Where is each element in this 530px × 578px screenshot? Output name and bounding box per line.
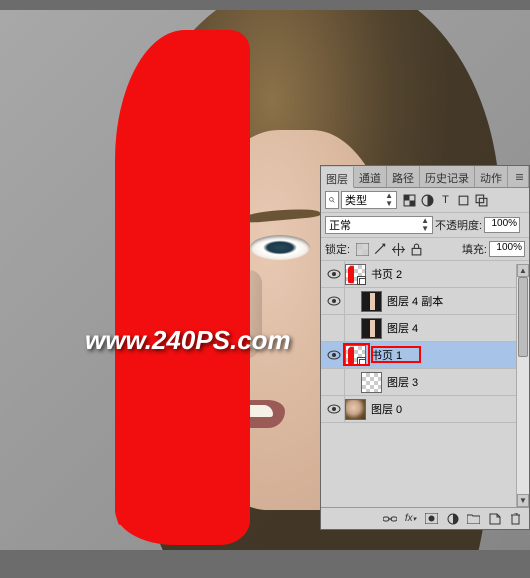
tab-layers[interactable]: 图层 [321,167,354,188]
layer-name[interactable]: 图层 4 [387,320,418,336]
red-page-shape [115,30,250,525]
layer-name[interactable]: 书页 2 [371,266,402,282]
panel-tabs: 图层 通道 路径 历史记录 动作 [321,166,529,188]
layer-thumbnail[interactable] [345,345,366,366]
layer-thumbnail[interactable] [361,318,382,339]
layer-row[interactable]: 图层 4 [321,315,529,342]
opacity-value[interactable]: 100% [484,217,520,233]
link-layers-icon[interactable] [382,511,397,526]
layers-scrollbar[interactable]: ▲ ▼ [516,264,529,507]
layer-row[interactable]: 图层 4 副本 [321,288,529,315]
lock-position-icon[interactable] [392,243,405,256]
filter-icons: T [403,194,488,207]
lock-row: 锁定: 填充: 100% [321,238,529,261]
visibility-toggle[interactable] [323,315,345,341]
fill-label: 填充: [462,241,487,257]
tab-channels[interactable]: 通道 [354,166,387,187]
panel-footer: fx▾ [321,507,529,529]
layers-list: 书页 2 图层 4 副本图层 4 书页 1 图层 3 图层 0 [321,261,529,507]
scroll-thumb[interactable] [518,277,528,357]
visibility-toggle[interactable] [323,342,345,368]
layer-name[interactable]: 图层 4 副本 [387,293,443,309]
visibility-toggle[interactable] [323,288,345,314]
blend-mode-dropdown[interactable]: 正常 ▲▼ [325,216,433,234]
visibility-toggle[interactable] [323,369,345,395]
lock-transparent-icon[interactable] [356,243,369,256]
smart-object-badge-icon [357,276,366,285]
lock-all-icon[interactable] [410,243,423,256]
tab-actions[interactable]: 动作 [475,166,508,187]
layer-row[interactable]: 书页 2 [321,261,529,288]
scroll-up-icon[interactable]: ▲ [517,264,529,277]
layer-thumbnail[interactable] [361,372,382,393]
photo-eye [250,235,310,260]
filter-row: 类型 ▲▼ T [321,188,529,213]
layer-row[interactable]: 书页 1 [321,342,529,369]
filter-smart-icon[interactable] [475,194,488,207]
lock-icons [356,243,423,256]
layers-panel: 图层 通道 路径 历史记录 动作 类型 ▲▼ T 正常 ▲▼ 不透明度: 100 [320,165,530,530]
filter-pixel-icon[interactable] [403,194,416,207]
blend-mode-value: 正常 [329,217,351,233]
fill-value[interactable]: 100% [489,241,525,257]
lock-pixel-icon[interactable] [374,243,387,256]
panel-menu-icon[interactable] [511,166,529,187]
layer-name[interactable]: 图层 0 [371,401,402,417]
adjustment-icon[interactable] [445,511,460,526]
visibility-toggle[interactable] [323,396,345,422]
layer-thumbnail[interactable] [361,291,382,312]
filter-type-dropdown[interactable]: 类型 ▲▼ [341,191,397,209]
filter-search-dropdown[interactable] [325,191,339,209]
mask-icon[interactable] [424,511,439,526]
tab-history[interactable]: 历史记录 [420,166,475,187]
layer-thumbnail[interactable] [345,399,366,420]
tab-paths[interactable]: 路径 [387,166,420,187]
scroll-track[interactable] [517,277,529,494]
smart-object-badge-icon [357,357,366,366]
layer-row[interactable]: 图层 3 [321,369,529,396]
dropdown-arrows-icon: ▲▼ [421,217,429,233]
blend-row: 正常 ▲▼ 不透明度: 100% [321,213,529,238]
visibility-toggle[interactable] [323,261,345,287]
filter-type-label: 类型 [345,192,367,208]
lock-label: 锁定: [325,241,350,257]
watermark-text: www.240PS.com [85,325,291,356]
filter-shape-icon[interactable] [457,194,470,207]
layer-name[interactable]: 书页 1 [371,347,402,363]
layer-thumbnail[interactable] [345,264,366,285]
filter-adjust-icon[interactable] [421,194,434,207]
group-icon[interactable] [466,511,481,526]
opacity-label: 不透明度: [435,217,482,233]
dropdown-arrows-icon: ▲▼ [385,192,393,208]
filter-text-icon[interactable]: T [439,194,452,207]
trash-icon[interactable] [508,511,523,526]
layer-name[interactable]: 图层 3 [387,374,418,390]
new-layer-icon[interactable] [487,511,502,526]
layer-row[interactable]: 图层 0 [321,396,529,423]
scroll-down-icon[interactable]: ▼ [517,494,529,507]
fx-icon[interactable]: fx▾ [403,511,418,526]
